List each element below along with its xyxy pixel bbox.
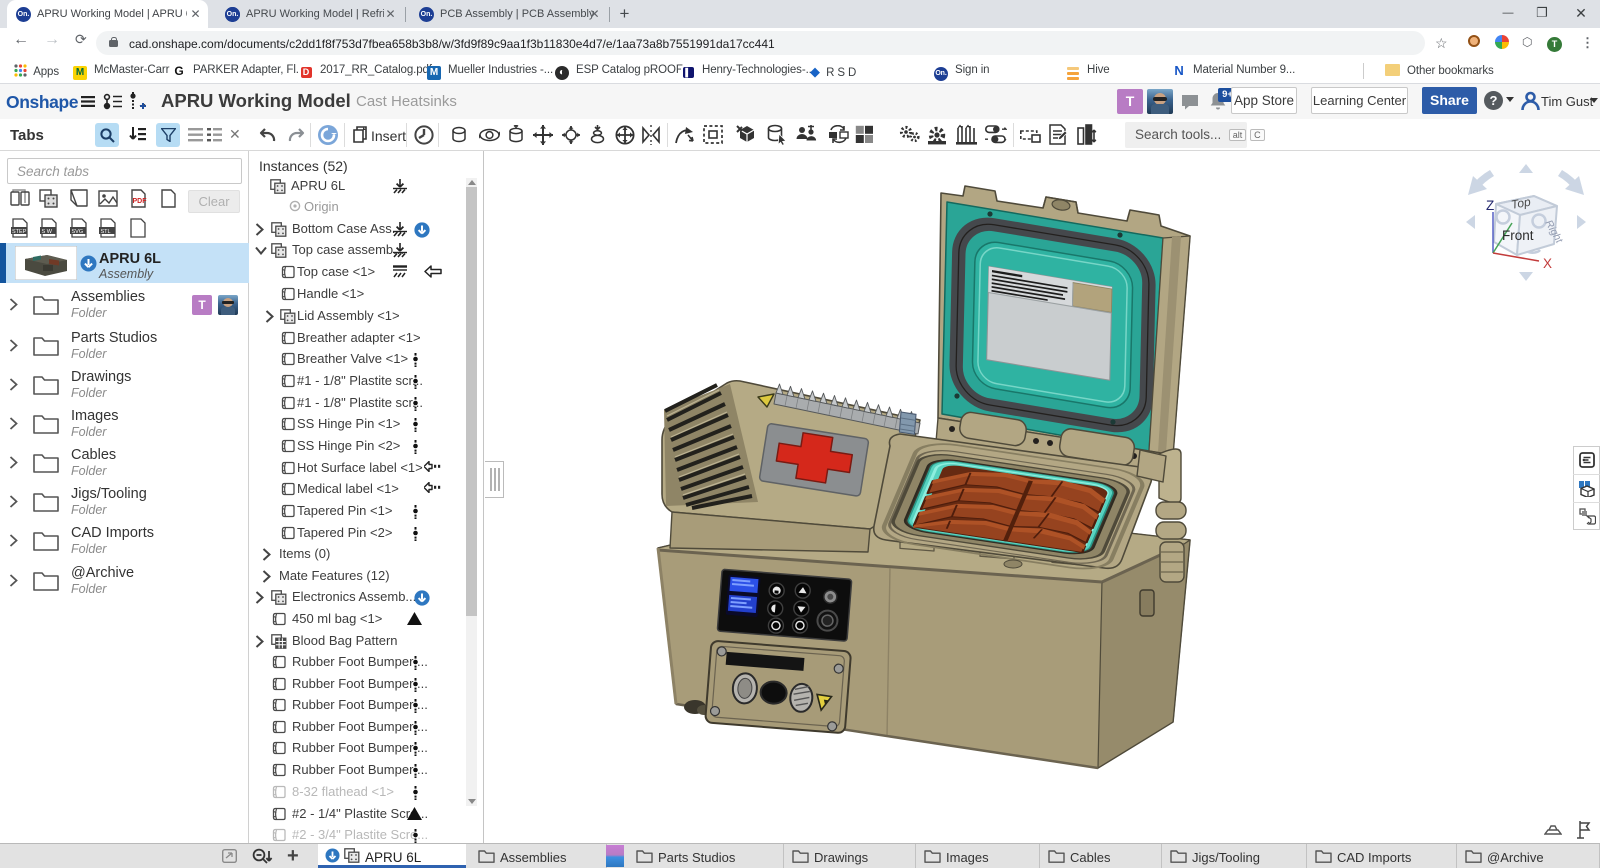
svg-text:STL: STL [101,229,111,235]
svg-text:Z: Z [1486,198,1494,213]
svg-text:STEP: STEP [12,229,27,235]
svg-text:X: X [1543,256,1552,271]
svg-text:SVG: SVG [72,229,84,235]
svg-text:S W: S W [42,229,53,235]
svg-text:Front: Front [1502,228,1534,243]
svg-text:PDF: PDF [133,198,148,205]
